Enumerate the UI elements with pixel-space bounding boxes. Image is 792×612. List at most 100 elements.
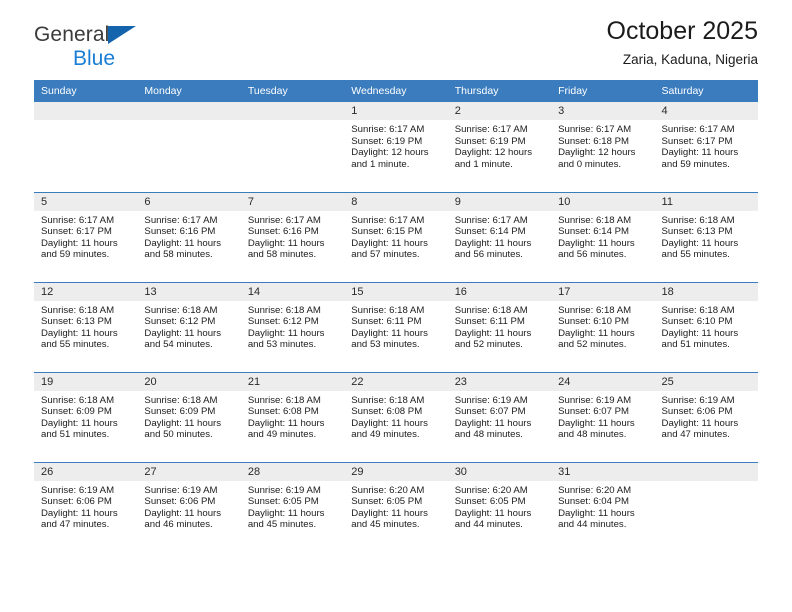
logo-text-general: General: [34, 23, 110, 46]
sunset-text: Sunset: 6:05 PM: [247, 496, 319, 508]
day-number: 8: [344, 192, 448, 211]
sunrise-text: Sunrise: 6:19 AM: [247, 484, 321, 496]
day-number: [240, 102, 345, 120]
day-number: 19: [34, 372, 138, 391]
week-row: 26 Sunrise: 6:19 AM Sunset: 6:06 PM Dayligh…: [34, 461, 758, 552]
day-number: 10: [551, 192, 655, 211]
sunrise-text: Sunrise: 6:17 AM: [144, 214, 218, 226]
sunrise-text: Sunrise: 6:19 AM: [558, 394, 632, 406]
sunset-text: Sunset: 6:16 PM: [247, 226, 319, 238]
sunrise-text: Sunrise: 6:19 AM: [41, 484, 115, 496]
weekday-header-tuesday: Tuesday: [240, 80, 345, 102]
day-cell[interactable]: 29 Sunrise: 6:20 AM Sunset: 6:05 PM Dayligh…: [344, 461, 448, 552]
day-cell[interactable]: 30 Sunrise: 6:20 AM Sunset: 6:05 PM Dayligh…: [447, 461, 552, 552]
day-cell[interactable]: 19 Sunrise: 6:18 AM Sunset: 6:09 PM Dayligh…: [34, 371, 138, 462]
day-number: 30: [447, 462, 552, 481]
day-cell[interactable]: 18 Sunrise: 6:18 AM Sunset: 6:10 PM Dayligh…: [654, 281, 758, 372]
day-cell[interactable]: 27 Sunrise: 6:19 AM Sunset: 6:06 PM Dayligh…: [137, 461, 241, 552]
daylight-text: Daylight: 12 hours and 1 minute.: [351, 147, 429, 170]
calendar-header-row: Sunday Monday Tuesday Wednesday Thursday…: [34, 80, 758, 102]
weekday-header-monday: Monday: [137, 80, 241, 102]
day-cell[interactable]: 6 Sunrise: 6:17 AM Sunset: 6:16 PM Daylight…: [137, 191, 241, 282]
daylight-text: Daylight: 11 hours and 56 minutes.: [558, 237, 635, 261]
weekday-header-saturday: Saturday: [654, 80, 758, 102]
generalblue-logo[interactable]: General Blue: [34, 24, 234, 76]
day-cell[interactable]: 7 Sunrise: 6:17 AM Sunset: 6:16 PM Daylight…: [240, 191, 345, 282]
sunrise-text: Sunrise: 6:19 AM: [144, 484, 218, 496]
sunrise-text: Sunrise: 6:18 AM: [558, 214, 632, 226]
sunrise-text: Sunrise: 6:17 AM: [41, 214, 115, 226]
sunset-text: Sunset: 6:07 PM: [454, 406, 526, 418]
day-cell[interactable]: 2 Sunrise: 6:17 AM Sunset: 6:19 PM Daylight…: [447, 102, 552, 192]
sunset-text: Sunset: 6:14 PM: [558, 226, 630, 238]
daylight-text: Daylight: 11 hours and 47 minutes.: [661, 417, 739, 441]
day-number: 2: [447, 102, 552, 120]
weekday-header-sunday: Sunday: [34, 80, 138, 102]
sunrise-text: Sunrise: 6:20 AM: [558, 484, 632, 496]
day-cell[interactable]: 10 Sunrise: 6:18 AM Sunset: 6:14 PM Dayligh…: [551, 191, 655, 282]
sunset-text: Sunset: 6:13 PM: [41, 316, 112, 328]
day-cell[interactable]: 4 Sunrise: 6:17 AM Sunset: 6:17 PM Daylight…: [654, 102, 758, 192]
daylight-text: Daylight: 11 hours and 59 minutes.: [661, 147, 739, 170]
day-cell[interactable]: 5 Sunrise: 6:17 AM Sunset: 6:17 PM Daylight…: [34, 191, 138, 282]
sunset-text: Sunset: 6:19 PM: [454, 135, 526, 147]
sunrise-text: Sunrise: 6:18 AM: [144, 394, 218, 406]
sunset-text: Sunset: 6:19 PM: [351, 135, 423, 147]
week-row: 1 Sunrise: 6:17 AM Sunset: 6:19 PM Daylight…: [34, 102, 758, 192]
daylight-text: Daylight: 11 hours and 44 minutes.: [454, 507, 532, 531]
day-number: [654, 462, 758, 481]
day-cell[interactable]: 17 Sunrise: 6:18 AM Sunset: 6:10 PM Dayligh…: [551, 281, 655, 372]
day-number: 7: [240, 192, 345, 211]
day-cell[interactable]: 23 Sunrise: 6:19 AM Sunset: 6:07 PM Dayligh…: [447, 371, 552, 462]
day-cell[interactable]: 1 Sunrise: 6:17 AM Sunset: 6:19 PM Daylight…: [344, 102, 448, 192]
sunset-text: Sunset: 6:16 PM: [144, 226, 216, 238]
logo-text-blue: Blue: [73, 47, 116, 70]
day-cell[interactable]: [34, 102, 138, 192]
daylight-text: Daylight: 11 hours and 44 minutes.: [558, 507, 635, 531]
day-cell[interactable]: 28 Sunrise: 6:19 AM Sunset: 6:05 PM Dayligh…: [240, 461, 345, 552]
day-cell[interactable]: 15 Sunrise: 6:18 AM Sunset: 6:11 PM Dayligh…: [344, 281, 448, 372]
day-number: 13: [137, 282, 241, 301]
day-number: 1: [344, 102, 448, 120]
daylight-text: Daylight: 11 hours and 50 minutes.: [144, 417, 222, 441]
day-cell[interactable]: 3 Sunrise: 6:17 AM Sunset: 6:18 PM Daylight…: [551, 102, 655, 192]
day-cell[interactable]: 31 Sunrise: 6:20 AM Sunset: 6:04 PM Dayligh…: [551, 461, 655, 552]
day-cell[interactable]: 16 Sunrise: 6:18 AM Sunset: 6:11 PM Dayligh…: [447, 281, 552, 372]
day-cell[interactable]: 9 Sunrise: 6:17 AM Sunset: 6:14 PM Daylight…: [447, 191, 552, 282]
day-cell[interactable]: [137, 102, 241, 192]
day-cell[interactable]: 26 Sunrise: 6:19 AM Sunset: 6:06 PM Dayligh…: [34, 461, 138, 552]
day-cell[interactable]: 21 Sunrise: 6:18 AM Sunset: 6:08 PM Dayligh…: [240, 371, 345, 462]
sunset-text: Sunset: 6:06 PM: [41, 496, 112, 508]
day-number: 23: [447, 372, 552, 391]
day-number: 9: [447, 192, 552, 211]
day-cell[interactable]: 22 Sunrise: 6:18 AM Sunset: 6:08 PM Dayligh…: [344, 371, 448, 462]
sunrise-text: Sunrise: 6:17 AM: [454, 214, 528, 226]
sunset-text: Sunset: 6:09 PM: [144, 406, 216, 418]
sunrise-text: Sunrise: 6:19 AM: [454, 394, 528, 406]
day-cell[interactable]: 11 Sunrise: 6:18 AM Sunset: 6:13 PM Dayligh…: [654, 191, 758, 282]
daylight-text: Daylight: 12 hours and 1 minute.: [454, 147, 533, 170]
daylight-text: Daylight: 11 hours and 49 minutes.: [351, 417, 428, 441]
weekday-header-friday: Friday: [551, 80, 655, 102]
day-cell[interactable]: 8 Sunrise: 6:17 AM Sunset: 6:15 PM Daylight…: [344, 191, 448, 282]
sunset-text: Sunset: 6:08 PM: [351, 406, 423, 418]
sunset-text: Sunset: 6:12 PM: [144, 316, 216, 328]
sunrise-text: Sunrise: 6:17 AM: [661, 124, 735, 135]
day-cell[interactable]: 24 Sunrise: 6:19 AM Sunset: 6:07 PM Dayligh…: [551, 371, 655, 462]
day-cell[interactable]: 25 Sunrise: 6:19 AM Sunset: 6:06 PM Dayligh…: [654, 371, 758, 462]
day-cell[interactable]: 12 Sunrise: 6:18 AM Sunset: 6:13 PM Dayligh…: [34, 281, 138, 372]
day-cell[interactable]: 14 Sunrise: 6:18 AM Sunset: 6:12 PM Dayligh…: [240, 281, 345, 372]
day-cell[interactable]: [654, 461, 758, 552]
sunset-text: Sunset: 6:09 PM: [41, 406, 112, 418]
daylight-text: Daylight: 11 hours and 55 minutes.: [41, 327, 118, 351]
daylight-text: Daylight: 11 hours and 58 minutes.: [247, 237, 325, 261]
daylight-text: Daylight: 11 hours and 53 minutes.: [247, 327, 325, 351]
day-cell[interactable]: 13 Sunrise: 6:18 AM Sunset: 6:12 PM Dayligh…: [137, 281, 241, 372]
day-cell[interactable]: 20 Sunrise: 6:18 AM Sunset: 6:09 PM Dayligh…: [137, 371, 241, 462]
sunset-text: Sunset: 6:11 PM: [351, 316, 422, 328]
sunrise-text: Sunrise: 6:18 AM: [351, 304, 425, 316]
day-cell[interactable]: [240, 102, 345, 192]
calendar-page: General Blue October 2025 Zaria, Kaduna,…: [0, 0, 792, 612]
title-block: October 2025 Zaria, Kaduna, Nigeria: [607, 17, 759, 67]
sunrise-text: Sunrise: 6:17 AM: [558, 124, 632, 135]
